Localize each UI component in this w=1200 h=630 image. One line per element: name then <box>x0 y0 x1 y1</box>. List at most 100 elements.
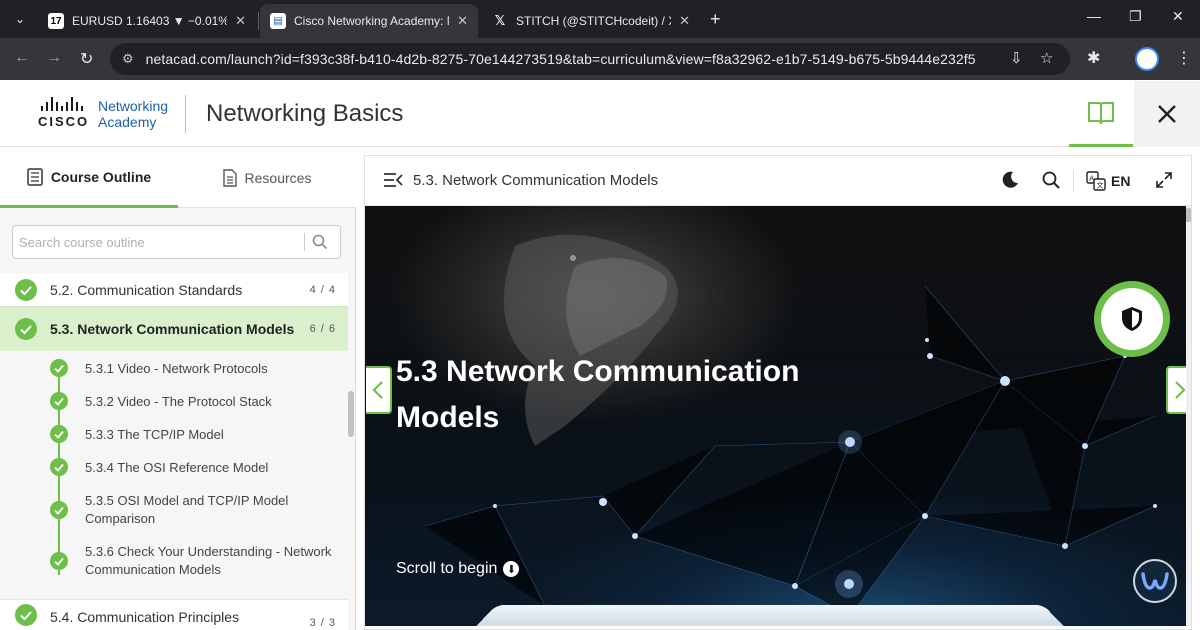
site-info-icon[interactable]: ⚙ <box>122 51 134 67</box>
course-sidebar: Course Outline Resources 5.2. Communicat… <box>0 148 356 630</box>
browser-tab-netacad[interactable]: ▤ Cisco Networking Academy: Ne ✕ <box>260 4 478 38</box>
browser-tab-x[interactable]: 𝕏 STITCH (@STITCHcodeit) / X ✕ <box>482 4 700 38</box>
tab-title: Cisco Networking Academy: Ne <box>294 14 450 28</box>
subsection-label: 5.3.3 The TCP/IP Model <box>85 427 224 442</box>
close-tab-icon[interactable]: ✕ <box>235 13 246 29</box>
content-panel: 5.3. Network Communication Models A 文 EN <box>364 155 1192 630</box>
search-icon[interactable] <box>312 234 328 250</box>
check-circle-icon <box>50 425 68 443</box>
back-icon[interactable]: ← <box>14 49 30 67</box>
fullscreen-icon[interactable] <box>1155 171 1173 189</box>
check-circle-icon <box>50 552 68 570</box>
restore-icon[interactable]: ❐ <box>1129 8 1142 25</box>
networking-academy-label: Networking Academy <box>98 98 168 130</box>
check-circle-icon <box>15 278 37 301</box>
course-search-box <box>12 225 341 259</box>
close-icon <box>1158 105 1176 123</box>
window-close-icon[interactable]: ✕ <box>1172 8 1184 25</box>
reload-icon[interactable]: ↻ <box>80 49 93 69</box>
course-book-button[interactable] <box>1069 81 1133 147</box>
content-scrollbar[interactable] <box>1186 206 1191 626</box>
section-label: 5.2. Communication Standards <box>50 281 243 298</box>
subsection-item[interactable]: 5.3.2 Video - The Protocol Stack <box>0 392 348 425</box>
browser-menu-icon[interactable]: ⋮ <box>1176 48 1192 68</box>
badge-inner <box>1101 288 1163 350</box>
subsection-item[interactable]: 5.3.3 The TCP/IP Model <box>0 425 348 458</box>
subsection-item[interactable]: 5.3.1 Video - Network Protocols <box>0 359 348 392</box>
assistant-logo-icon <box>1141 572 1169 590</box>
close-course-button[interactable] <box>1134 81 1200 147</box>
tab-title: EURUSD 1.16403 ▼ −0.01% Un <box>72 14 228 28</box>
subsection-label: 5.3.2 Video - The Protocol Stack <box>85 394 272 409</box>
tab-course-outline-label: Course Outline <box>50 168 152 185</box>
sidebar-tabs: Course Outline Resources <box>0 148 356 208</box>
profile-avatar[interactable] <box>1135 47 1159 71</box>
search-input[interactable] <box>19 232 299 252</box>
minimize-icon[interactable]: — <box>1087 8 1101 24</box>
url-text[interactable]: netacad.com/launch?id=f393c38f-b410-4d2b… <box>146 51 976 67</box>
tab-resources[interactable]: Resources <box>178 148 356 208</box>
hero-title: 5.3 Network Communication Models <box>396 355 800 434</box>
tab-separator <box>258 12 259 30</box>
subsection-list: 5.3.1 Video - Network Protocols 5.3.2 Vi… <box>0 351 348 599</box>
forward-icon[interactable]: → <box>46 49 62 67</box>
outline-section[interactable]: 5.2. Communication Standards 4 / 4 <box>0 273 348 306</box>
content-title: 5.3. Network Communication Models <box>413 172 659 189</box>
hero-banner: 5.3 Network Communication Models Scroll … <box>365 206 1186 626</box>
dark-mode-moon-icon[interactable] <box>1001 171 1019 189</box>
content-scrollbar-thumb[interactable] <box>1186 208 1191 222</box>
subsection-item[interactable]: 5.3.5 OSI Model and TCP/IP Model Compari… <box>0 492 348 542</box>
course-title: Networking Basics <box>206 100 404 127</box>
app-header: CISCO Networking Academy Networking Basi… <box>0 81 1200 147</box>
search-icon[interactable] <box>1042 171 1060 189</box>
close-tab-icon[interactable]: ✕ <box>457 13 468 29</box>
subsection-item[interactable]: 5.3.6 Check Your Understanding - Network… <box>0 543 348 595</box>
collapse-menu-icon[interactable] <box>383 172 403 188</box>
next-page-button[interactable] <box>1166 366 1186 414</box>
check-circle-icon <box>50 458 68 476</box>
assistant-launcher-button[interactable] <box>1133 559 1177 603</box>
tablet-illustration <box>472 605 1068 626</box>
translate-icon[interactable]: A 文 <box>1086 171 1106 191</box>
browser-toolbar: ← → ↻ ⚙ netacad.com/launch?id=f393c38f-b… <box>0 38 1200 80</box>
sidebar-scrollbar[interactable] <box>348 391 354 437</box>
outline-section[interactable]: 5.4. Communication Principles Summary 3 … <box>0 599 348 630</box>
tradingview-icon: 17 <box>48 13 64 29</box>
browser-tab-bar: ⌄ 17 EURUSD 1.16403 ▼ −0.01% Un ✕ ▤ Cisc… <box>0 0 1200 38</box>
extensions-icon[interactable]: ✱ <box>1087 48 1100 68</box>
new-tab-icon[interactable]: + <box>710 9 721 30</box>
subsection-label: 5.3.6 Check Your Understanding - Network… <box>85 544 332 577</box>
bookmark-star-icon[interactable]: ☆ <box>1040 49 1053 67</box>
document-icon <box>222 169 237 187</box>
install-app-icon[interactable]: ⇩ <box>1010 49 1023 67</box>
subsection-item[interactable]: 5.3.4 The OSI Reference Model <box>0 458 348 491</box>
open-book-icon <box>1088 101 1114 124</box>
browser-tab-eurusd[interactable]: 17 EURUSD 1.16403 ▼ −0.01% Un ✕ <box>38 4 256 38</box>
section-progress: 4 / 4 <box>309 283 336 296</box>
svg-text:文: 文 <box>1097 181 1104 190</box>
subsection-label: 5.3.1 Video - Network Protocols <box>85 361 268 376</box>
outline-icon <box>27 167 43 186</box>
course-outline-list: 5.2. Communication Standards 4 / 4 5.3. … <box>0 273 348 630</box>
tab-resources-label: Resources <box>244 170 312 186</box>
check-circle-icon <box>50 359 68 377</box>
close-tab-icon[interactable]: ✕ <box>679 13 690 29</box>
address-bar[interactable]: ⚙ netacad.com/launch?id=f393c38f-b410-4d… <box>110 43 1070 75</box>
tab-search-chevron-icon[interactable]: ⌄ <box>8 7 32 31</box>
check-circle-icon <box>50 501 68 519</box>
cisco-wordmark: CISCO <box>38 114 90 129</box>
cisco-logo[interactable]: CISCO <box>38 97 98 131</box>
previous-page-button[interactable] <box>366 366 392 414</box>
tab-course-outline[interactable]: Course Outline <box>0 148 178 208</box>
scroll-to-begin[interactable]: Scroll to begin ⬇ <box>396 560 520 578</box>
cisco-bars-icon <box>41 97 98 111</box>
tab-title: STITCH (@STITCHcodeit) / X <box>516 14 672 28</box>
check-circle-icon <box>50 392 68 410</box>
section-label: 5.3. Network Communication Models <box>50 321 295 337</box>
outline-section-active[interactable]: 5.3. Network Communication Models 6 / 6 <box>0 306 348 351</box>
security-shield-badge[interactable] <box>1094 281 1170 357</box>
chevron-left-icon <box>372 381 383 399</box>
subsection-label: 5.3.4 The OSI Reference Model <box>85 460 269 475</box>
language-selector[interactable]: EN <box>1111 173 1130 189</box>
svg-text:A: A <box>1089 175 1094 183</box>
